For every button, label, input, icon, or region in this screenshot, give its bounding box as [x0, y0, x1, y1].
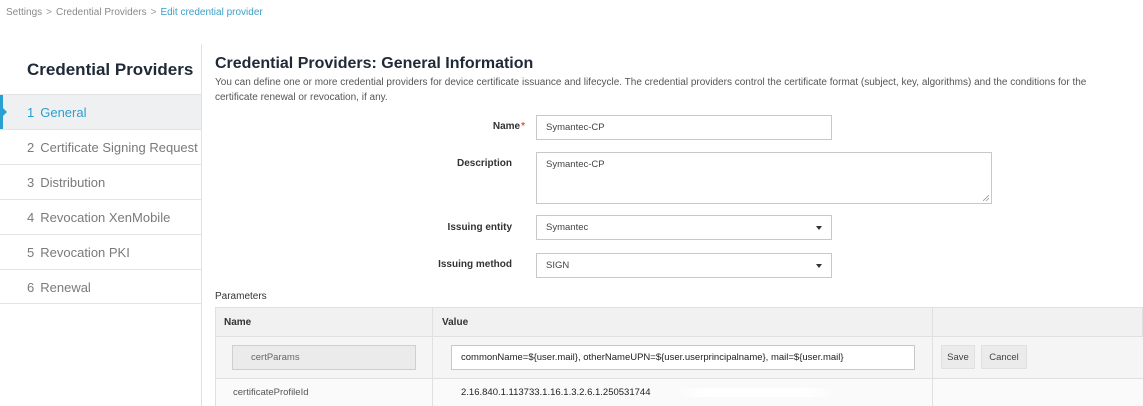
breadcrumb-separator: > [46, 7, 52, 18]
main-content: Credential Providers: General Informatio… [215, 55, 1143, 105]
step-number: 2 [27, 140, 35, 155]
parameters-label: Parameters [215, 291, 267, 302]
issuing-entity-value: Symantec [546, 222, 589, 233]
name-label-text: Name [492, 121, 521, 132]
issuing-entity-select[interactable]: Symantec [536, 215, 832, 240]
issuing-method-value: SIGN [546, 260, 570, 271]
table-row: certParams commonName=${user.mail}, othe… [215, 337, 1143, 379]
description-textarea[interactable]: Symantec-CP [536, 152, 992, 204]
sidebar-item-label: Renewal [40, 280, 91, 295]
page-description: You can define one or more credential pr… [215, 77, 1087, 103]
step-number: 4 [27, 210, 35, 225]
column-header-value: Value [442, 317, 469, 328]
table-row: certificateProfileId 2.16.840.1.113733.1… [215, 379, 1143, 406]
breadcrumb: Settings > Credential Providers > Edit crede… [6, 7, 263, 18]
step-number: 6 [27, 280, 35, 295]
issuing-method-label: Issuing method [438, 259, 512, 270]
sidebar-title: Credential Providers [27, 60, 194, 79]
resize-handle-icon[interactable] [983, 195, 989, 201]
sidebar-item-certificate-signing-request[interactable]: 2 Certificate Signing Request [0, 129, 201, 164]
sidebar-item-revocation-xenmobile[interactable]: 4 Revocation XenMobile [0, 199, 201, 234]
parameters-table: Name Value certParams commonName=${user.… [215, 307, 1143, 406]
sidebar-item-label: General [40, 105, 87, 120]
sidebar: Credential Providers 1 General 2 Certifica… [0, 44, 202, 406]
step-number: 5 [27, 245, 35, 260]
required-mark: * [521, 121, 525, 132]
sidebar-item-label: Revocation XenMobile [40, 210, 171, 225]
column-divider [432, 307, 433, 406]
cancel-button[interactable]: Cancel [981, 345, 1027, 369]
sidebar-item-distribution[interactable]: 3 Distribution [0, 164, 201, 199]
column-divider [932, 307, 933, 406]
name-input[interactable]: Symantec-CP [536, 115, 832, 140]
step-number: 3 [27, 175, 35, 190]
sidebar-item-revocation-pki[interactable]: 5 Revocation PKI [0, 234, 201, 269]
param-name-input[interactable]: certParams [232, 345, 416, 370]
column-header-name: Name [224, 317, 252, 328]
chevron-down-icon [816, 226, 822, 230]
breadcrumb-separator: > [150, 7, 157, 18]
sidebar-item-renewal[interactable]: 6 Renewal [0, 269, 201, 304]
breadcrumb-current: Edit credential provider [160, 7, 263, 18]
description-value: Symantec-CP [546, 159, 605, 170]
param-name-cell: certificateProfileId [233, 387, 309, 398]
param-value-input[interactable]: commonName=${user.mail}, otherNameUPN=${… [451, 345, 915, 370]
description-label: Description [456, 158, 512, 169]
chevron-down-icon [816, 264, 822, 268]
breadcrumb-credential-providers[interactable]: Credential Providers [56, 7, 147, 18]
sidebar-item-label: Revocation PKI [40, 245, 130, 260]
table-header: Name Value [215, 307, 1143, 337]
sidebar-item-label: Distribution [40, 175, 106, 190]
param-value-cell: 2.16.840.1.113733.1.16.1.3.2.6.1.2505317… [461, 387, 651, 398]
sidebar-step-list: 1 General 2 Certificate Signing Request 3D… [0, 94, 201, 304]
page-title: Credential Providers: General Informatio… [215, 55, 534, 72]
sidebar-item-label: Certificate Signing Request [40, 140, 198, 155]
breadcrumb-settings[interactable]: Settings [6, 7, 42, 18]
issuing-entity-label: Issuing entity [447, 222, 512, 233]
sidebar-item-general[interactable]: 1 General [0, 94, 201, 129]
redaction-overlay [675, 388, 835, 397]
step-number: 1 [27, 105, 35, 120]
save-button[interactable]: Save [941, 345, 975, 369]
column-divider [215, 307, 216, 406]
issuing-method-select[interactable]: SIGN [536, 253, 832, 278]
name-label: Name* [405, 121, 525, 132]
